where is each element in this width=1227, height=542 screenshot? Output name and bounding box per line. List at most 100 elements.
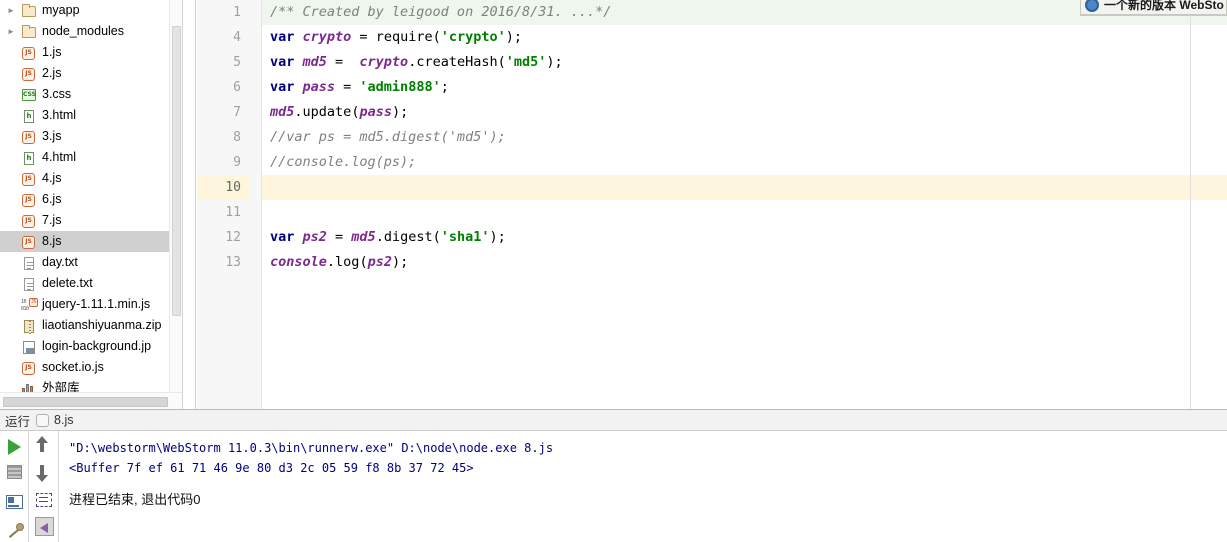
code-token-plain: ( [432,229,441,245]
code-token-localv: crypto [359,54,409,70]
code-token-plain: . [326,254,336,270]
code-line[interactable]: /** Created by leigood on 2016/8/31. ...… [262,0,611,25]
run-toolbar-primary [0,431,29,542]
code-token-fn: digest [383,229,433,245]
tree-item-2-js[interactable]: JS 2.js [0,63,182,84]
tree-item-delete-txt[interactable]: delete.txt [0,273,182,294]
file-type-icon: 10 010 JS [20,297,39,313]
rerun-button[interactable] [3,434,27,458]
run-tab-file-name[interactable]: 8.js [54,413,73,427]
code-line[interactable]: md5.update(pass); [262,100,408,125]
line-number: 10 [225,180,241,195]
run-toolbar-secondary [29,431,59,542]
tree-item--[interactable]: 外部库 [0,378,182,392]
file-type-icon [20,318,39,334]
soft-wrap-button[interactable] [32,488,56,512]
arrow-up-icon [36,436,48,452]
notification-text: 一个新的版本 WebSto [1104,0,1224,12]
code-token-plain: ); [505,29,523,45]
code-token-comment: /** Created by leigood on 2016/8/31. ...… [270,4,612,20]
project-file-tree[interactable]: ► myapp ► node_modules JS 1.js JS 2.js CSS 3.css h… [0,0,182,392]
code-line[interactable] [262,175,270,200]
run-tool-window: 运行 8.js "D:\webstorm\WebStorm 11.0.3\bin… [0,409,1227,542]
code-token-kw: var [270,54,303,70]
tree-item-label: 4.js [42,171,62,185]
scrollbar-thumb[interactable] [3,397,168,407]
code-line[interactable]: //console.log(ps); [262,150,416,175]
code-token-plain: ( [359,254,368,270]
run-tab-bar[interactable]: 运行 8.js [0,410,1227,431]
notification-edge [1080,15,1227,16]
scrollbar-thumb[interactable] [172,26,181,316]
tree-item-3-js[interactable]: JS 3.js [0,126,182,147]
code-token-localv: pass [302,79,336,95]
tree-item-socket-io-js[interactable]: JS socket.io.js [0,357,182,378]
project-tree-vertical-scrollbar[interactable] [169,0,182,392]
tree-item-label: login-background.jp [42,339,152,353]
tree-item-4-js[interactable]: JS 4.js [0,168,182,189]
stop-button[interactable] [3,460,27,484]
run-tool-window-label: 运行 [5,414,31,429]
code-line[interactable] [262,200,270,225]
js-file-icon: JS [22,67,35,81]
code-token-comment: //console.log(ps); [270,154,417,170]
console-line: "D:\webstorm\WebStorm 11.0.3\bin\runnerw… [69,441,554,455]
line-number: 7 [233,105,241,120]
html-file-icon: h [24,109,34,123]
tree-item-3-html[interactable]: h 3.html [0,105,182,126]
tree-item-node-modules[interactable]: ► node_modules [0,21,182,42]
tree-item-8-js[interactable]: JS 8.js [0,231,182,252]
file-type-icon: CSS [20,87,39,103]
code-token-plain: ); [391,254,409,270]
tree-item-day-txt[interactable]: day.txt [0,252,182,273]
code-token-plain: ); [391,104,409,120]
tree-item-3-css[interactable]: CSS 3.css [0,84,182,105]
code-line[interactable]: var md5 = crypto.createHash('md5'); [262,50,563,75]
tree-item-4-html[interactable]: h 4.html [0,147,182,168]
ide-top-area: ► myapp ► node_modules JS 1.js JS 2.js CSS 3.css h… [0,0,1227,409]
pane-splitter[interactable] [182,0,196,409]
code-line[interactable]: var crypto = require('crypto'); [262,25,522,50]
file-type-icon: JS [20,213,39,229]
line-number: 13 [225,255,241,270]
code-token-fn: require [375,29,433,45]
file-type-icon [20,24,39,40]
scroll-to-end-button[interactable] [32,514,56,538]
code-line[interactable]: console.log(ps2); [262,250,408,275]
show-console-button[interactable] [3,490,27,514]
chevron-right-icon[interactable]: ► [2,0,20,21]
tree-item-6-js[interactable]: JS 6.js [0,189,182,210]
tree-item-1-js[interactable]: JS 1.js [0,42,182,63]
tree-item-7-js[interactable]: JS 7.js [0,210,182,231]
pin-tab-button[interactable] [3,518,27,542]
console-output[interactable]: "D:\webstorm\WebStorm 11.0.3\bin\runnerw… [60,431,1227,542]
chevron-right-icon[interactable]: ► [2,21,20,42]
tree-item-jquery-1-11-1-min-js[interactable]: 10 010 JS jquery-1.11.1.min.js [0,294,182,315]
editor-code-area[interactable]: /** Created by leigood on 2016/8/31. ...… [261,0,1227,409]
tree-item-label: day.txt [42,255,78,269]
file-type-icon: JS [20,192,39,208]
run-config-icon [36,413,50,427]
code-token-localv: crypto [302,29,352,45]
up-stack-trace-button[interactable] [32,434,56,458]
code-editor[interactable]: 1 4 5 6 7 8 9 10 11 12 13 +−− /** Created by leigo… [197,0,1227,409]
tree-item-liaotianshiyuanma-zip[interactable]: liaotianshiyuanma.zip [0,315,182,336]
file-type-icon: JS [20,129,39,145]
code-line[interactable]: //var ps = md5.digest('md5'); [262,125,506,150]
tree-item-login-background-jp[interactable]: login-background.jp [0,336,182,357]
code-token-kw: var [270,29,303,45]
update-notification-balloon[interactable]: 一个新的版本 WebSto [1080,0,1227,15]
js-file-icon: JS [22,214,35,228]
code-token-localv: console [270,254,327,270]
js-file-icon: JS [22,172,35,186]
tree-item-myapp[interactable]: ► myapp [0,0,182,21]
down-stack-trace-button[interactable] [32,460,56,484]
project-tree-horizontal-scrollbar[interactable] [0,392,182,409]
code-token-kw: var [270,229,303,245]
code-line[interactable]: var ps2 = md5.digest('sha1'); [262,225,506,250]
editor-gutter[interactable]: 1 4 5 6 7 8 9 10 11 12 13 [197,0,261,409]
code-token-plain: = [326,54,360,70]
js-file-icon: JS [22,361,35,375]
code-line[interactable]: var pass = 'admin888'; [262,75,449,100]
editor-fold-strip[interactable]: +−− [249,0,312,409]
